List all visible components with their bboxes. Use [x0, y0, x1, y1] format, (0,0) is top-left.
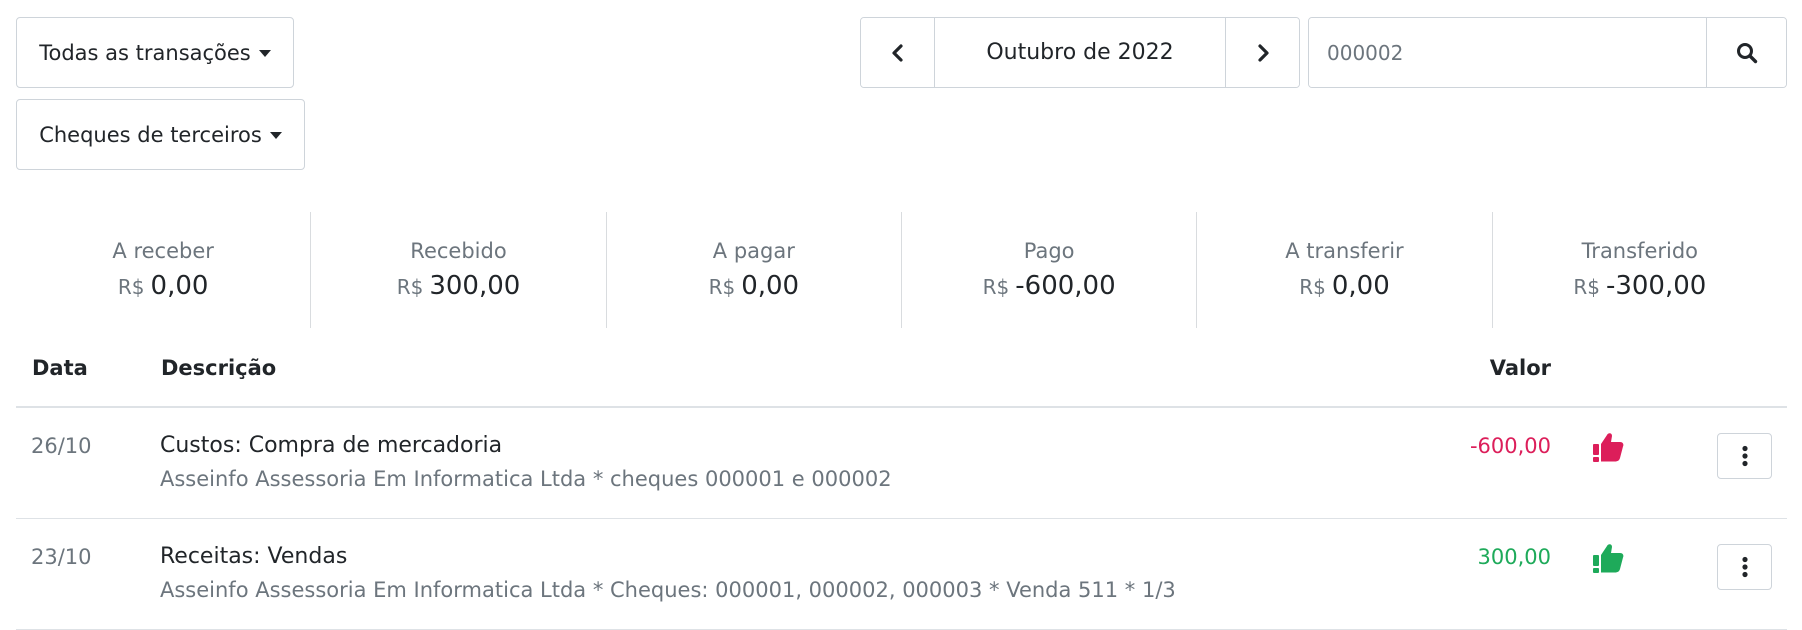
header-date: Data — [32, 356, 88, 380]
summary-amount: R$ 0,00 — [709, 271, 800, 301]
currency-symbol: R$ — [117, 275, 145, 299]
summary-label: A receber — [112, 239, 214, 263]
table-body: 26/10 Custos: Compra de mercadoria Asseinf… — [16, 408, 1787, 630]
summary-cell: Transferido R$ -300,00 — [1493, 212, 1787, 328]
summary-cell: A receber R$ 0,00 — [16, 212, 312, 328]
row-description: Receitas: Vendas — [160, 544, 348, 569]
summary-value: -300,00 — [1605, 271, 1707, 301]
currency-symbol: R$ — [1299, 275, 1326, 299]
row-amount: 300,00 — [1477, 545, 1551, 569]
summary-value: 0,00 — [1331, 271, 1390, 301]
summary-amount: R$ -600,00 — [983, 271, 1116, 301]
summary-value: 0,00 — [150, 271, 209, 301]
thumbs-up-alert-icon[interactable] — [1591, 430, 1625, 464]
caret-down-icon — [269, 132, 282, 139]
summary-value: -600,00 — [1015, 271, 1116, 301]
header-description: Descrição — [161, 356, 277, 380]
row-date: 26/10 — [31, 434, 92, 458]
month-navigator: Outubro de 2022 — [860, 17, 1300, 88]
chevron-right-icon — [1257, 43, 1269, 62]
currency-symbol: R$ — [708, 275, 736, 299]
row-details: Asseinfo Assessoria Em Informatica Ltda … — [160, 467, 892, 491]
cheques-filter-label: Cheques de terceiros — [39, 122, 262, 147]
summary-value: 300,00 — [429, 271, 521, 301]
row-date: 23/10 — [31, 545, 92, 569]
currency-symbol: R$ — [396, 275, 424, 299]
summary-label: A transferir — [1285, 239, 1404, 263]
row-details: Asseinfo Assessoria Em Informatica Ltda … — [160, 578, 1176, 602]
row-description: Custos: Compra de mercadoria — [160, 433, 503, 458]
summary-amount: R$ -300,00 — [1573, 271, 1706, 301]
row-amount: -600,00 — [1469, 434, 1551, 458]
table-row[interactable]: 23/10 Receitas: Vendas Asseinfo Assessoria… — [16, 519, 1787, 630]
search-icon — [1736, 42, 1757, 63]
caret-down-icon — [258, 50, 271, 57]
page: Todas as transações Cheques de terceiros… — [0, 0, 1802, 630]
summary-label: Transferido — [1581, 239, 1699, 263]
totals-summary: A receber R$ 0,00 Recebido R$ 300,00 A pagar R$… — [16, 212, 1787, 328]
kebab-menu-icon — [1741, 445, 1748, 467]
kebab-menu-icon — [1741, 556, 1748, 578]
row-actions-button[interactable] — [1717, 544, 1772, 590]
header-amount: Valor — [1489, 356, 1551, 380]
currency-symbol: R$ — [1573, 275, 1600, 299]
search-input[interactable] — [1309, 18, 1706, 87]
transactions-table: Data Descrição Valor 26/10 Custos: Compra… — [16, 338, 1787, 630]
summary-amount: R$ 0,00 — [1299, 271, 1390, 301]
summary-cell: Pago R$ -600,00 — [902, 212, 1198, 328]
summary-cell: Recebido R$ 300,00 — [311, 212, 607, 328]
summary-amount: R$ 0,00 — [118, 271, 209, 301]
search-button[interactable] — [1706, 18, 1786, 87]
transactions-filter-dropdown[interactable]: Todas as transações — [16, 17, 294, 88]
summary-cell: A pagar R$ 0,00 — [607, 212, 902, 328]
summary-label: Pago — [1023, 239, 1075, 263]
summary-label: A pagar — [712, 239, 795, 263]
transactions-filter-label: Todas as transações — [39, 40, 251, 65]
table-header: Data Descrição Valor — [16, 338, 1787, 408]
search-group — [1308, 17, 1787, 88]
row-actions-button[interactable] — [1717, 433, 1772, 479]
summary-cell: A transferir R$ 0,00 — [1197, 212, 1493, 328]
chevron-left-icon — [891, 43, 903, 62]
thumbs-up-alert-icon[interactable] — [1591, 541, 1625, 575]
currency-symbol: R$ — [982, 275, 1010, 299]
next-month-button[interactable] — [1225, 18, 1299, 87]
summary-label: Recebido — [410, 239, 507, 263]
previous-month-button[interactable] — [861, 18, 935, 87]
table-row[interactable]: 26/10 Custos: Compra de mercadoria Asseinf… — [16, 408, 1787, 519]
summary-amount: R$ 300,00 — [397, 271, 521, 301]
summary-value: 0,00 — [741, 271, 800, 301]
cheques-filter-dropdown[interactable]: Cheques de terceiros — [16, 99, 305, 170]
current-month-label: Outubro de 2022 — [986, 40, 1174, 65]
